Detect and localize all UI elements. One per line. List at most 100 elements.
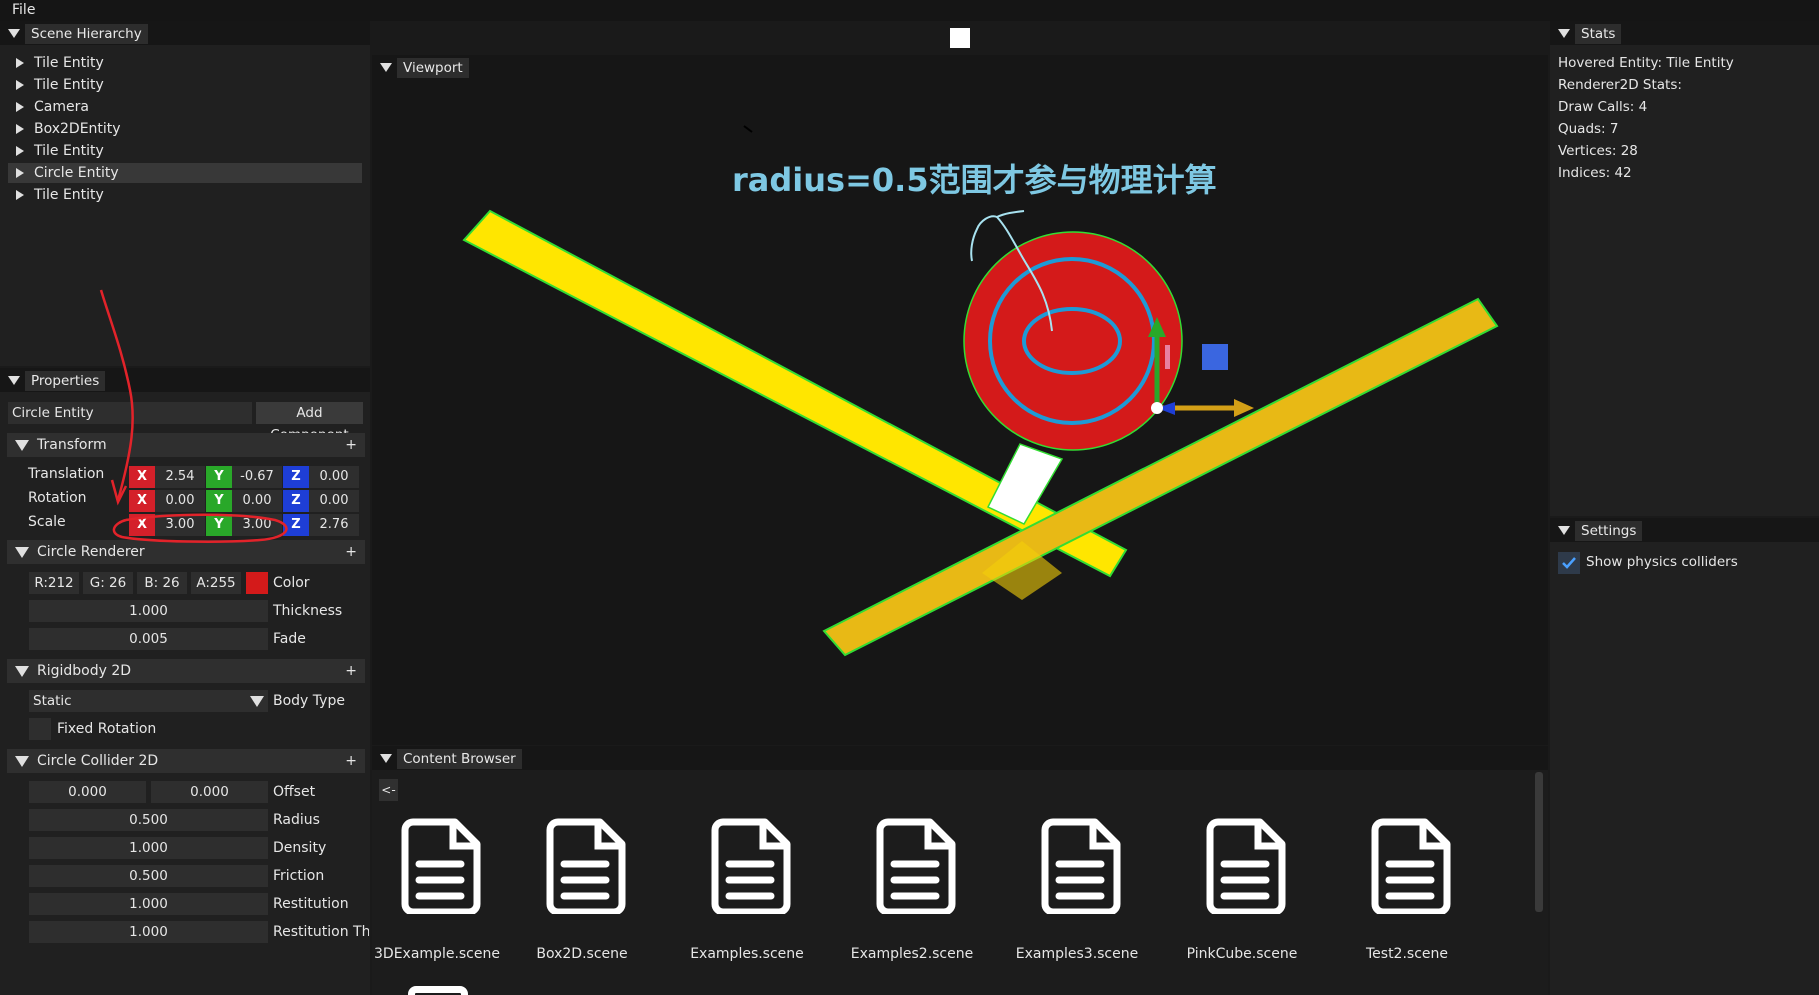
file-name: Examples3.scene xyxy=(1015,946,1139,962)
chevron-down-icon xyxy=(250,696,264,707)
panel-collapse-icon[interactable] xyxy=(1558,29,1570,38)
toolbar-strip xyxy=(372,21,1548,54)
rigidbody-title: Rigidbody 2D xyxy=(37,663,132,679)
hierarchy-item[interactable]: Box2DEntity xyxy=(8,119,362,139)
circle-collider-title: Circle Collider 2D xyxy=(37,753,159,769)
offset-y-input[interactable]: 0.000 xyxy=(151,781,268,803)
tab-content-browser[interactable]: Content Browser xyxy=(397,749,522,769)
hand-drawn-annotation xyxy=(99,289,288,543)
friction-input[interactable]: 0.500 xyxy=(29,865,268,887)
expand-icon[interactable] xyxy=(16,58,24,68)
file-icon-partial[interactable] xyxy=(408,986,468,995)
radius-input[interactable]: 0.500 xyxy=(29,809,268,831)
play-button[interactable] xyxy=(950,28,970,48)
body-type-value: Static xyxy=(33,693,72,709)
content-browser-panel: Content Browser <- 3DExample.scene Box2D… xyxy=(372,746,1548,995)
circle-entity xyxy=(963,231,1183,451)
checkmark-icon xyxy=(1562,557,1576,569)
panel-collapse-icon[interactable] xyxy=(380,63,392,72)
hierarchy-item-label: Camera xyxy=(34,99,89,115)
fade-input[interactable]: 0.005 xyxy=(29,628,268,650)
panel-collapse-icon[interactable] xyxy=(1558,526,1570,535)
file-icon xyxy=(401,818,481,914)
expand-icon[interactable] xyxy=(16,80,24,90)
thickness-input[interactable]: 1.000 xyxy=(29,600,268,622)
menu-file[interactable]: File xyxy=(12,2,35,18)
file-icon xyxy=(1041,818,1121,914)
expand-icon[interactable] xyxy=(16,102,24,112)
rigidbody-header[interactable]: Rigidbody 2D + xyxy=(7,659,365,683)
color-r-input[interactable]: R:212 xyxy=(29,572,79,594)
indices-text: Indices: 42 xyxy=(1558,165,1632,181)
expand-icon[interactable] xyxy=(16,168,24,178)
hierarchy-tabbar: Scene Hierarchy xyxy=(0,21,370,45)
color-g-input[interactable]: G: 26 xyxy=(83,572,133,594)
circle-collider-header[interactable]: Circle Collider 2D + xyxy=(7,749,365,773)
gizmo-center xyxy=(1151,402,1163,414)
file-icon xyxy=(1371,818,1451,914)
file-icon xyxy=(1206,818,1286,914)
file-icon xyxy=(876,818,956,914)
vertices-text: Vertices: 28 xyxy=(1558,143,1638,159)
friction-label: Friction xyxy=(273,868,325,884)
restitution-label: Restitution xyxy=(273,896,349,912)
tab-stats[interactable]: Stats xyxy=(1575,24,1622,44)
back-button[interactable]: <- xyxy=(379,779,398,801)
rigidbody-settings-button[interactable]: + xyxy=(345,659,357,683)
fixed-rotation-checkbox[interactable] xyxy=(29,718,51,740)
panel-collapse-icon[interactable] xyxy=(380,754,392,763)
density-label: Density xyxy=(273,840,327,856)
show-colliders-checkbox[interactable] xyxy=(1558,552,1580,574)
restitution-input[interactable]: 1.000 xyxy=(29,893,268,915)
hierarchy-item-label: Tile Entity xyxy=(34,187,104,203)
stats-panel: Stats Hovered Entity: Tile Entity Render… xyxy=(1550,21,1819,516)
stats-tabbar: Stats xyxy=(1550,21,1819,45)
content-browser-tabbar: Content Browser xyxy=(372,746,1548,770)
fade-label: Fade xyxy=(273,631,306,647)
tab-scene-hierarchy[interactable]: Scene Hierarchy xyxy=(25,24,148,44)
body-type-select[interactable]: Static xyxy=(29,690,268,712)
file-name: PinkCube.scene xyxy=(1186,946,1298,962)
settings-tabbar: Settings xyxy=(1550,518,1819,542)
hierarchy-item-selected[interactable]: Circle Entity xyxy=(8,163,362,183)
menu-bar: File xyxy=(0,0,1819,21)
file-icon xyxy=(546,818,626,914)
viewport-canvas[interactable]: radius=0.5范围才参与物理计算 xyxy=(372,79,1548,745)
color-a-input[interactable]: A:255 xyxy=(191,572,241,594)
expand-icon[interactable] xyxy=(16,124,24,134)
file-name: Examples.scene xyxy=(690,946,804,962)
gizmo-plane-handle xyxy=(1165,345,1170,369)
file-name: Test2.scene xyxy=(1365,946,1449,962)
color-swatch[interactable] xyxy=(246,572,268,594)
color-b-input[interactable]: B: 26 xyxy=(137,572,187,594)
restitution-threshold-input[interactable]: 1.000 xyxy=(29,921,268,943)
hierarchy-item[interactable]: Tile Entity xyxy=(8,53,362,73)
scrollbar-thumb[interactable] xyxy=(1535,772,1543,912)
tab-viewport[interactable]: Viewport xyxy=(397,58,469,78)
show-colliders-label: Show physics colliders xyxy=(1586,554,1738,570)
viewport-panel: Viewport radius=0.5范围才参与物理计算 xyxy=(372,55,1548,745)
hierarchy-item-label: Tile Entity xyxy=(34,55,104,71)
circle-collider-settings-button[interactable]: + xyxy=(345,749,357,773)
fixed-rotation-label: Fixed Rotation xyxy=(57,721,157,737)
hierarchy-item[interactable]: Tile Entity xyxy=(8,185,362,205)
hierarchy-item[interactable]: Camera xyxy=(8,97,362,117)
file-name: Box2D.scene xyxy=(536,946,628,962)
tab-settings[interactable]: Settings xyxy=(1575,521,1643,541)
density-input[interactable]: 1.000 xyxy=(29,837,268,859)
collapse-icon xyxy=(15,666,29,677)
draw-calls-text: Draw Calls: 4 xyxy=(1558,99,1648,115)
hierarchy-item-label: Tile Entity xyxy=(34,143,104,159)
offset-x-input[interactable]: 0.000 xyxy=(29,781,146,803)
expand-icon[interactable] xyxy=(16,146,24,156)
renderer-stats-heading: Renderer2D Stats: xyxy=(1558,77,1682,93)
hierarchy-item-label: Tile Entity xyxy=(34,77,104,93)
panel-collapse-icon[interactable] xyxy=(8,29,20,38)
blue-square-entity xyxy=(1202,344,1228,370)
radius-label: Radius xyxy=(273,812,320,828)
restitution-threshold-label: Restitution Thre xyxy=(273,924,369,940)
color-label: Color xyxy=(273,575,310,591)
hierarchy-item[interactable]: Tile Entity xyxy=(8,141,362,161)
hierarchy-item[interactable]: Tile Entity xyxy=(8,75,362,95)
expand-icon[interactable] xyxy=(16,190,24,200)
